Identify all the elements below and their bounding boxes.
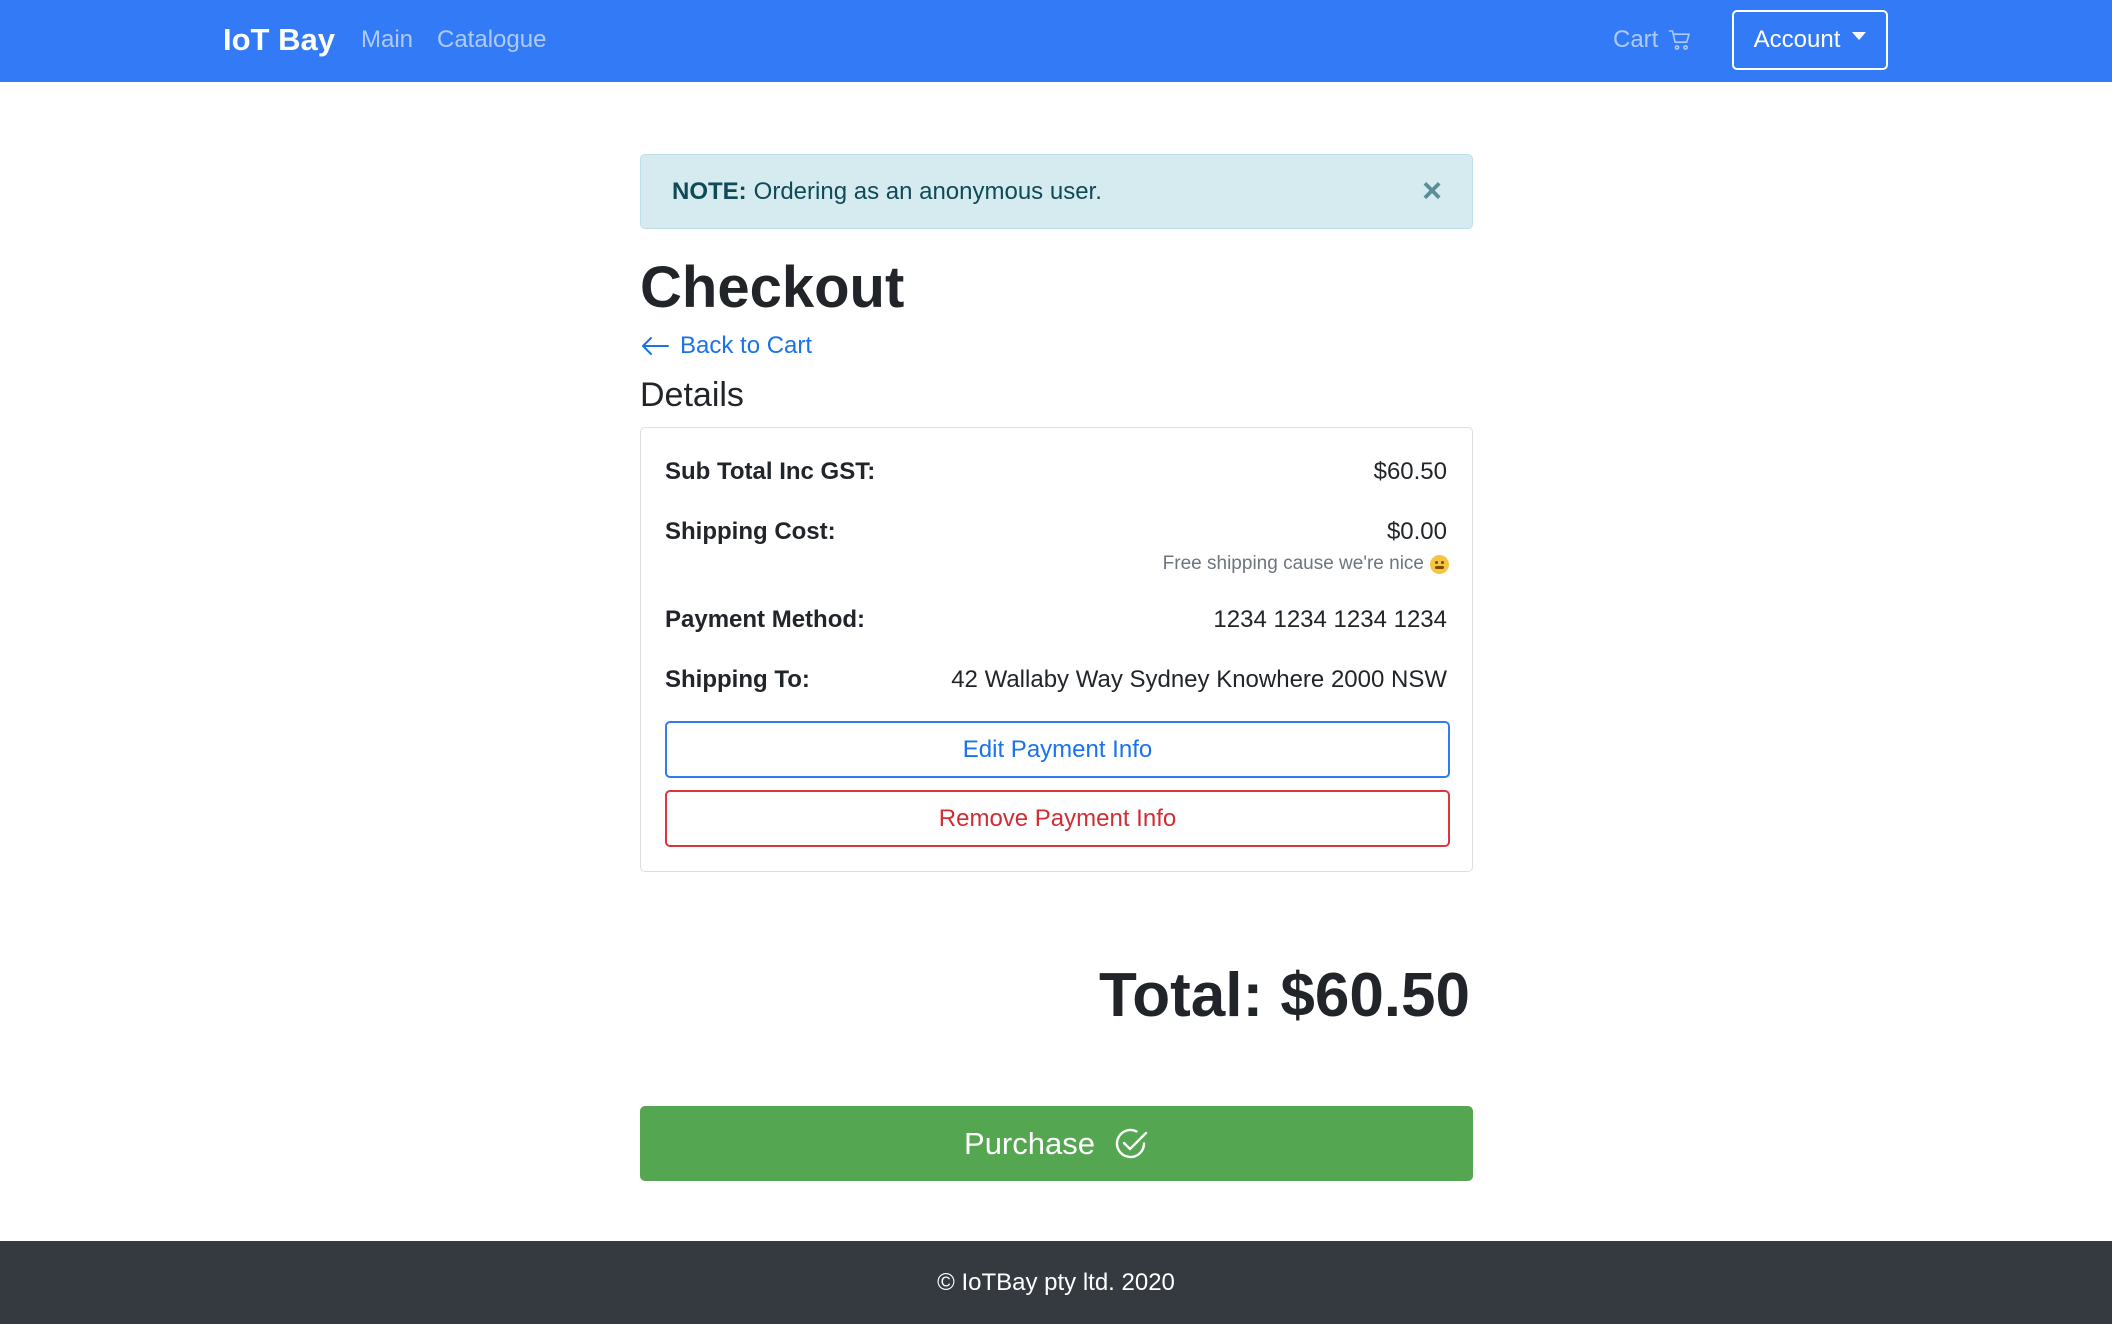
shipping-note: Free shipping cause we're nice — [1163, 552, 1449, 576]
copyright-text: © IoTBay pty ltd. 2020 — [937, 1268, 1175, 1296]
subtotal-label: Sub Total Inc GST: — [665, 458, 876, 485]
back-link-label: Back to Cart — [680, 332, 813, 359]
subtotal-value: $60.50 — [1373, 458, 1447, 485]
smiley-icon — [1430, 554, 1449, 574]
alert-text: Ordering as an anonymous user. — [753, 177, 1102, 205]
payment-method-value: 1234 1234 1234 1234 — [1213, 606, 1447, 633]
shipping-note-text: Free shipping cause we're nice — [1162, 553, 1424, 574]
page-title: Checkout — [640, 255, 905, 320]
shipping-to-value: 42 Wallaby Way Sydney Knowhere 2000 NSW — [951, 666, 1447, 693]
purchase-button[interactable]: Purchase — [640, 1106, 1473, 1181]
check-circle-icon — [1115, 1128, 1148, 1158]
checkout-container: NOTE: Ordering as an anonymous user. × C… — [640, 154, 1473, 1181]
order-total: Total: $60.50 — [1098, 961, 1470, 1030]
shipping-to-row: Shipping To: 42 Wallaby Way Sydney Knowh… — [665, 665, 1447, 695]
edit-payment-info-button[interactable]: Edit Payment Info — [665, 721, 1450, 778]
chevron-down-icon — [1852, 32, 1867, 40]
subtotal-row: Sub Total Inc GST: $60.50 — [665, 457, 1447, 487]
details-card: Sub Total Inc GST: $60.50 Shipping Cost:… — [640, 427, 1473, 872]
arrow-left-icon — [642, 337, 669, 355]
shipping-cost-row: Shipping Cost: $0.00 — [665, 517, 1447, 547]
nav-link-cart[interactable]: Cart — [1613, 22, 1692, 58]
cart-label: Cart — [1613, 26, 1659, 53]
remove-payment-info-button[interactable]: Remove Payment Info — [665, 790, 1450, 847]
details-heading: Details — [640, 376, 744, 414]
payment-method-row: Payment Method: 1234 1234 1234 1234 — [665, 605, 1447, 635]
account-label: Account — [1753, 26, 1841, 53]
close-icon[interactable]: × — [1422, 174, 1442, 208]
anonymous-user-alert: NOTE: Ordering as an anonymous user. × — [640, 154, 1473, 229]
nav-link-main[interactable]: Main — [361, 22, 413, 58]
shipping-cost-value: $0.00 — [1386, 518, 1447, 545]
footer: © IoTBay pty ltd. 2020 — [0, 1241, 2112, 1324]
cart-icon — [1669, 30, 1691, 50]
purchase-label: Purchase — [964, 1125, 1095, 1161]
account-dropdown-button[interactable]: Account — [1732, 10, 1888, 70]
nav-link-catalogue[interactable]: Catalogue — [437, 22, 546, 58]
top-navbar: IoT Bay Main Catalogue Cart Account — [0, 0, 2112, 82]
brand-logo[interactable]: IoT Bay — [223, 20, 335, 60]
shipping-cost-label: Shipping Cost: — [665, 518, 836, 545]
alert-strong: NOTE: — [672, 177, 747, 205]
back-to-cart-link[interactable]: Back to Cart — [640, 330, 1473, 362]
shipping-to-label: Shipping To: — [665, 666, 810, 693]
payment-method-label: Payment Method: — [665, 606, 866, 633]
